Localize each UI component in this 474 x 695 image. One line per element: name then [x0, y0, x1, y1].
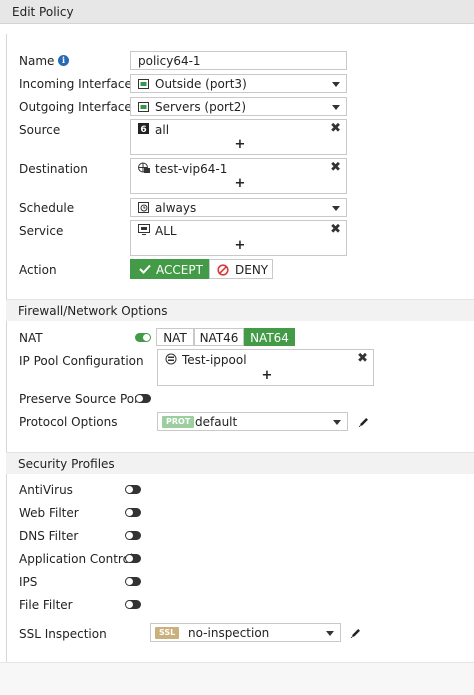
antivirus-label: AntiVirus — [19, 483, 73, 497]
schedule-clock-icon — [138, 202, 149, 213]
chevron-down-icon — [333, 420, 341, 425]
dns-filter-label: DNS Filter — [19, 529, 79, 543]
dialog-title-bar: Edit Policy — [0, 0, 474, 24]
nat-toggle[interactable] — [135, 333, 151, 342]
nat-option-nat64[interactable]: NAT64 — [244, 328, 295, 346]
preserve-source-port-toggle[interactable] — [135, 394, 151, 403]
remove-destination-icon[interactable]: ✖ — [330, 160, 341, 175]
edit-pencil-icon[interactable] — [358, 416, 370, 428]
ssl-inspection-select[interactable]: SSL no-inspection — [150, 623, 341, 642]
info-icon[interactable]: i — [58, 55, 69, 66]
address-icon: 6 — [138, 123, 149, 135]
chevron-down-icon — [332, 105, 340, 110]
remove-service-icon[interactable]: ✖ — [330, 222, 341, 237]
nat-option-nat[interactable]: NAT — [156, 328, 194, 346]
destination-label: Destination — [19, 162, 88, 176]
source-multiselect[interactable]: 6 all ✖ + — [130, 119, 347, 155]
remove-source-icon[interactable]: ✖ — [330, 121, 341, 136]
add-ip-pool-button[interactable]: + — [262, 368, 273, 383]
check-icon — [139, 264, 151, 274]
incoming-interface-label: Incoming Interface — [19, 77, 132, 91]
nat-label: NAT — [19, 331, 43, 345]
source-label: Source — [19, 123, 61, 137]
nat-option-nat46[interactable]: NAT46 — [194, 328, 244, 346]
action-label: Action — [19, 263, 57, 277]
chevron-down-icon — [332, 82, 340, 87]
protocol-badge: PROT — [162, 416, 195, 428]
outgoing-interface-label: Outgoing Interface — [19, 100, 132, 114]
edit-pencil-icon[interactable] — [350, 627, 362, 639]
service-entry[interactable]: ALL — [138, 224, 177, 238]
destination-entry[interactable]: test-vip64-1 — [138, 162, 227, 176]
name-input[interactable]: policy64-1 — [130, 51, 347, 70]
schedule-label: Schedule — [19, 201, 75, 215]
ips-toggle[interactable] — [125, 577, 141, 586]
ssl-inspection-label: SSL Inspection — [19, 627, 107, 641]
add-service-button[interactable]: + — [235, 238, 246, 253]
ip-pool-entry[interactable]: Test-ippool — [165, 353, 247, 368]
deny-button[interactable]: DENY — [209, 259, 273, 279]
application-control-toggle[interactable] — [125, 554, 141, 563]
deny-icon — [217, 264, 229, 276]
accept-button[interactable]: ACCEPT — [130, 259, 209, 279]
web-filter-label: Web Filter — [19, 506, 79, 520]
file-filter-label: File Filter — [19, 598, 73, 612]
chevron-down-icon — [326, 631, 334, 636]
ip-pool-icon — [165, 353, 177, 365]
outgoing-interface-select[interactable]: Servers (port2) — [130, 97, 347, 116]
dialog-title: Edit Policy — [12, 5, 74, 19]
web-filter-toggle[interactable] — [125, 508, 141, 517]
destination-multiselect[interactable]: test-vip64-1 ✖ + — [130, 158, 347, 194]
application-control-label: Application Control — [19, 552, 134, 566]
source-entry[interactable]: 6 all — [138, 123, 169, 137]
schedule-select[interactable]: always — [130, 198, 347, 217]
antivirus-toggle[interactable] — [125, 485, 141, 494]
chevron-down-icon — [332, 206, 340, 211]
remove-ip-pool-icon[interactable]: ✖ — [357, 351, 368, 366]
preserve-source-port-label: Preserve Source Port — [19, 392, 144, 406]
protocol-options-label: Protocol Options — [19, 415, 118, 429]
service-label: Service — [19, 224, 64, 238]
service-monitor-icon — [138, 224, 150, 235]
ssl-badge: SSL — [155, 627, 180, 639]
firewall-options-section-header: Firewall/Network Options — [6, 299, 474, 321]
add-source-button[interactable]: + — [235, 137, 246, 152]
network-port-icon — [138, 79, 149, 89]
virtual-ip-icon — [138, 162, 150, 173]
ips-label: IPS — [19, 575, 38, 589]
svg-text:6: 6 — [140, 125, 146, 134]
ip-pool-label: IP Pool Configuration — [19, 354, 144, 368]
dialog-footer-area — [0, 662, 474, 695]
incoming-interface-select[interactable]: Outside (port3) — [130, 74, 347, 93]
protocol-options-select[interactable]: PROT default — [157, 412, 348, 431]
name-label: Name — [19, 54, 55, 68]
dns-filter-toggle[interactable] — [125, 531, 141, 540]
security-profiles-section-header: Security Profiles — [6, 452, 474, 474]
add-destination-button[interactable]: + — [235, 176, 246, 191]
ip-pool-multiselect[interactable]: Test-ippool ✖ + — [157, 349, 374, 386]
file-filter-toggle[interactable] — [125, 600, 141, 609]
service-multiselect[interactable]: ALL ✖ + — [130, 220, 347, 256]
network-port-icon — [138, 102, 149, 112]
